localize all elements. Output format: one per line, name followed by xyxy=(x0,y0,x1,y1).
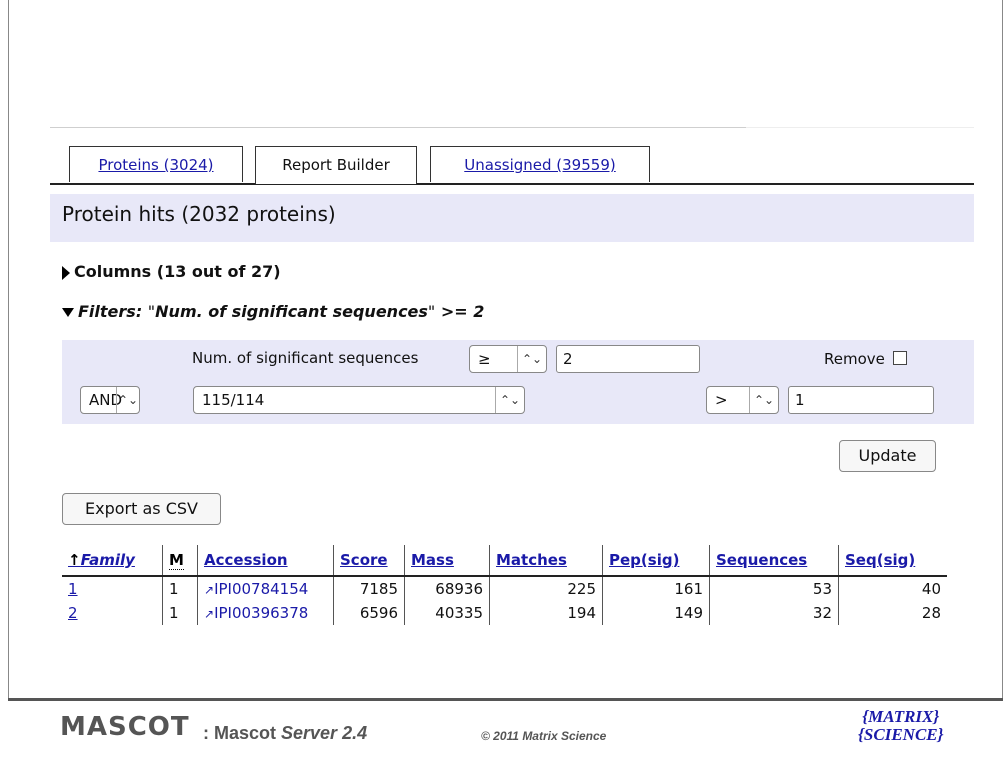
cell-seqsig: 28 xyxy=(838,601,947,625)
cell-mass: 40335 xyxy=(404,601,490,625)
filter-field-select[interactable]: 115/114 ⌃⌄ xyxy=(193,386,525,414)
col-family-label: Family xyxy=(80,551,135,569)
cell-accession[interactable]: ↗IPI00396378 xyxy=(197,601,334,625)
cell-score: 7185 xyxy=(333,576,405,601)
select-arrows-icon: ⌃⌄ xyxy=(495,387,524,413)
columns-toggle[interactable]: Columns (13 out of 27) xyxy=(62,262,281,281)
divider xyxy=(50,127,746,128)
remove-checkbox[interactable] xyxy=(893,351,907,365)
accession-link[interactable]: IPI00784154 xyxy=(214,580,308,598)
filter-operator-value: ≥ xyxy=(478,350,491,368)
footer-title-prefix: : Mascot xyxy=(203,723,282,743)
divider xyxy=(746,127,974,128)
slide-border xyxy=(8,0,9,700)
cell-matches: 225 xyxy=(489,576,603,601)
filter-operator-select[interactable]: ≥ ⌃⌄ xyxy=(469,345,547,373)
family-link[interactable]: 2 xyxy=(68,604,78,622)
cell-mass: 68936 xyxy=(404,576,490,601)
columns-toggle-label: Columns (13 out of 27) xyxy=(74,262,281,281)
filter-operator-value-2: > xyxy=(715,391,728,409)
export-csv-button[interactable]: Export as CSV xyxy=(62,493,221,525)
cell-m: 1 xyxy=(162,601,198,625)
footer-title-version: Server 2.4 xyxy=(281,723,368,743)
tab-proteins[interactable]: Proteins (3024) xyxy=(69,146,243,182)
ms-logo-line2: SCIENCE xyxy=(863,725,938,744)
tab-unassigned-label[interactable]: Unassigned (39559) xyxy=(464,156,615,174)
cell-seqsig: 40 xyxy=(838,576,947,601)
select-arrows-icon: ⌃⌄ xyxy=(116,387,139,413)
table-row: 1 1 ↗IPI00784154 7185 68936 225 161 53 4… xyxy=(62,576,947,601)
cell-family[interactable]: 1 xyxy=(62,576,163,601)
select-arrows-icon: ⌃⌄ xyxy=(749,387,778,413)
tab-report-builder-label: Report Builder xyxy=(282,156,390,174)
col-matches[interactable]: Matches xyxy=(489,545,603,577)
footer-title: : Mascot Server 2.4 xyxy=(203,723,367,744)
cell-sequences: 53 xyxy=(709,576,839,601)
filters-label: Filters: xyxy=(78,302,143,321)
tab-bar: Proteins (3024) Report Builder Unassigne… xyxy=(50,146,974,185)
filters-field: "Num. of significant sequences" xyxy=(147,302,436,321)
accession-link[interactable]: IPI00396378 xyxy=(214,604,308,622)
filter-panel: Num. of significant sequences ≥ ⌃⌄ 2 Rem… xyxy=(62,340,974,424)
col-seqsig[interactable]: Seq(sig) xyxy=(838,545,947,577)
expand-triangle-icon xyxy=(62,265,70,280)
cell-pepsig: 149 xyxy=(602,601,710,625)
update-button[interactable]: Update xyxy=(839,440,936,472)
hits-header: Protein hits (2032 proteins) xyxy=(50,194,974,242)
family-link[interactable]: 1 xyxy=(68,580,78,598)
sort-up-arrow-icon: ↑ xyxy=(68,551,81,569)
filters-value: 2 xyxy=(473,302,485,321)
col-family[interactable]: ↑Family xyxy=(62,545,163,577)
results-table: ↑Family M Accession Score Mass Matches P… xyxy=(62,545,947,625)
col-m: M xyxy=(162,545,198,577)
filters-op: >= xyxy=(440,302,468,321)
ms-logo-line1: MATRIX xyxy=(868,707,934,726)
table-row: 2 1 ↗IPI00396378 6596 40335 194 149 32 2… xyxy=(62,601,947,625)
remove-label: Remove xyxy=(824,350,885,368)
collapse-triangle-icon xyxy=(62,308,74,317)
mascot-logo: MASCOT xyxy=(60,712,190,742)
col-score[interactable]: Score xyxy=(333,545,405,577)
cell-pepsig: 161 xyxy=(602,576,710,601)
col-sequences[interactable]: Sequences xyxy=(709,545,839,577)
col-mass[interactable]: Mass xyxy=(404,545,490,577)
logic-select[interactable]: AND ⌃⌄ xyxy=(80,386,140,414)
cell-m: 1 xyxy=(162,576,198,601)
copyright: © 2011 Matrix Science xyxy=(481,729,607,743)
select-arrows-icon: ⌃⌄ xyxy=(517,346,546,372)
col-m-label: M xyxy=(169,551,184,570)
filter-field-value: 115/114 xyxy=(202,391,265,409)
col-pepsig[interactable]: Pep(sig) xyxy=(602,545,710,577)
filter-value-input[interactable]: 2 xyxy=(556,345,700,373)
tab-proteins-label[interactable]: Proteins (3024) xyxy=(98,156,213,174)
external-link-icon: ↗ xyxy=(204,583,215,597)
filter-field-label: Num. of significant sequences xyxy=(192,349,419,367)
filter-value-input-2[interactable]: 1 xyxy=(788,386,934,414)
tab-unassigned[interactable]: Unassigned (39559) xyxy=(430,146,650,182)
cell-sequences: 32 xyxy=(709,601,839,625)
cell-score: 6596 xyxy=(333,601,405,625)
cell-family[interactable]: 2 xyxy=(62,601,163,625)
table-header-row: ↑Family M Accession Score Mass Matches P… xyxy=(62,545,947,577)
page-title: Protein hits (2032 proteins) xyxy=(62,202,336,226)
cell-accession[interactable]: ↗IPI00784154 xyxy=(197,576,334,601)
matrix-science-logo: {MATRIX} {SCIENCE} xyxy=(858,707,944,744)
filter-operator-select-2[interactable]: > ⌃⌄ xyxy=(706,386,779,414)
col-accession[interactable]: Accession xyxy=(197,545,334,577)
footer-divider xyxy=(8,698,1003,701)
tab-report-builder[interactable]: Report Builder xyxy=(255,146,417,184)
external-link-icon: ↗ xyxy=(204,607,215,621)
cell-matches: 194 xyxy=(489,601,603,625)
filters-toggle[interactable]: Filters: "Num. of significant sequences"… xyxy=(62,302,484,321)
